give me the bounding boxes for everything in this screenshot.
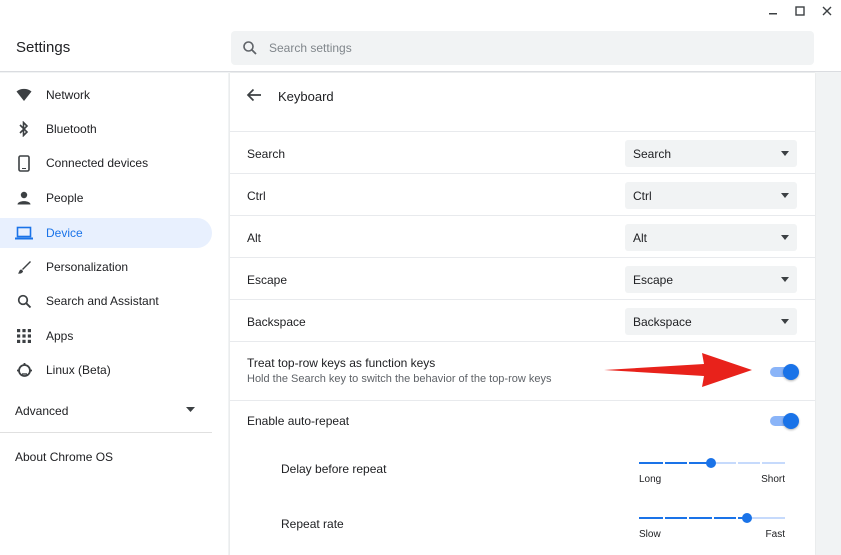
minimize-icon[interactable] bbox=[761, 0, 785, 22]
toggle-knob bbox=[783, 364, 799, 380]
maximize-icon[interactable] bbox=[788, 0, 812, 22]
remap-row-escape: Escape Escape bbox=[230, 257, 815, 299]
function-keys-sublabel: Hold the Search key to switch the behavi… bbox=[247, 373, 552, 385]
select-value: Escape bbox=[633, 273, 674, 287]
slider-tick bbox=[663, 462, 665, 464]
slider-tick bbox=[663, 517, 665, 519]
slider-thumb[interactable] bbox=[742, 513, 752, 523]
sidebar-item-label: Apps bbox=[46, 329, 74, 343]
rate-label: Repeat rate bbox=[281, 517, 344, 531]
dropdown-caret-icon bbox=[781, 151, 789, 156]
sidebar-item-label: Connected devices bbox=[46, 156, 149, 170]
wifi-icon bbox=[15, 86, 33, 104]
function-keys-label: Treat top-row keys as function keys bbox=[247, 356, 436, 370]
sidebar-advanced[interactable]: Advanced bbox=[15, 404, 68, 418]
search-icon bbox=[15, 292, 33, 310]
sidebar-item-label: Linux (Beta) bbox=[46, 363, 111, 377]
sidebar-item-label: Device bbox=[46, 226, 83, 240]
sidebar-item-label: People bbox=[46, 191, 84, 205]
sidebar-item-bluetooth[interactable]: Bluetooth bbox=[0, 114, 212, 144]
sidebar: Network Bluetooth Connected devices Peop… bbox=[0, 73, 228, 555]
phone-icon bbox=[15, 154, 33, 172]
remap-select-ctrl[interactable]: Ctrl bbox=[625, 182, 797, 209]
select-value: Search bbox=[633, 147, 672, 161]
sidebar-item-device[interactable]: Device bbox=[0, 218, 212, 248]
page-title: Keyboard bbox=[278, 89, 334, 104]
sidebar-item-label: Personalization bbox=[46, 260, 129, 274]
sidebar-divider bbox=[0, 432, 212, 433]
person-icon bbox=[15, 189, 33, 207]
delay-slider[interactable] bbox=[639, 456, 785, 470]
slider-tick bbox=[736, 462, 738, 464]
toggle-knob bbox=[783, 413, 799, 429]
search-placeholder: Search settings bbox=[269, 41, 352, 55]
sidebar-item-label: Search and Assistant bbox=[46, 294, 159, 308]
apps-grid-icon bbox=[15, 327, 33, 345]
rate-slider[interactable] bbox=[639, 511, 785, 525]
remap-row-alt: Alt Alt bbox=[230, 215, 815, 257]
select-value: Ctrl bbox=[633, 189, 652, 203]
auto-repeat-toggle[interactable] bbox=[770, 413, 799, 429]
bluetooth-icon bbox=[15, 120, 33, 138]
sidebar-item-search-and-assistant[interactable]: Search and Assistant bbox=[0, 286, 212, 316]
sidebar-item-apps[interactable]: Apps bbox=[0, 321, 212, 351]
dropdown-caret-icon bbox=[781, 193, 789, 198]
sidebar-about-chrome-os[interactable]: About Chrome OS bbox=[15, 450, 113, 464]
keyboard-settings-card: Keyboard Search Search Ctrl Ctrl Alt Alt… bbox=[230, 73, 815, 555]
chevron-down-icon[interactable] bbox=[186, 407, 195, 413]
laptop-icon bbox=[15, 224, 33, 242]
remap-select-search[interactable]: Search bbox=[625, 140, 797, 167]
remap-label: Ctrl bbox=[247, 189, 266, 203]
sidebar-item-label: Network bbox=[46, 88, 91, 102]
red-arrow-annotation bbox=[604, 353, 752, 387]
remap-select-escape[interactable]: Escape bbox=[625, 266, 797, 293]
back-arrow-icon[interactable] bbox=[246, 88, 262, 102]
auto-repeat-label: Enable auto-repeat bbox=[247, 414, 350, 428]
slider-tick bbox=[736, 517, 738, 519]
dropdown-caret-icon bbox=[781, 319, 789, 324]
delay-max-label: Short bbox=[761, 474, 785, 485]
remap-row-backspace: Backspace Backspace bbox=[230, 299, 815, 341]
remap-label: Alt bbox=[247, 231, 262, 245]
slider-fill bbox=[639, 517, 747, 519]
sidebar-item-connected-devices[interactable]: Connected devices bbox=[0, 148, 212, 178]
remap-row-ctrl: Ctrl Ctrl bbox=[230, 173, 815, 215]
search-icon bbox=[243, 41, 257, 55]
sidebar-item-label: Bluetooth bbox=[46, 122, 97, 136]
slider-tick bbox=[760, 462, 762, 464]
sidebar-item-personalization[interactable]: Personalization bbox=[0, 252, 212, 282]
remap-row-search: Search Search bbox=[230, 131, 815, 173]
function-keys-toggle[interactable] bbox=[770, 364, 799, 380]
close-icon[interactable] bbox=[815, 0, 839, 22]
remap-label: Backspace bbox=[247, 315, 306, 329]
delay-min-label: Long bbox=[639, 474, 662, 485]
settings-header: Settings Search settings bbox=[0, 22, 841, 72]
select-value: Alt bbox=[633, 231, 648, 245]
linux-icon bbox=[15, 361, 33, 379]
sidebar-item-people[interactable]: People bbox=[0, 183, 212, 213]
remap-label: Search bbox=[247, 147, 286, 161]
brush-icon bbox=[15, 258, 33, 276]
app-title: Settings bbox=[16, 39, 71, 56]
slider-fill bbox=[639, 462, 711, 464]
delay-label: Delay before repeat bbox=[281, 462, 387, 476]
slider-tick bbox=[687, 517, 689, 519]
select-value: Backspace bbox=[633, 315, 692, 329]
search-input[interactable]: Search settings bbox=[231, 31, 814, 65]
auto-repeat-row: Enable auto-repeat bbox=[230, 400, 815, 440]
remap-select-alt[interactable]: Alt bbox=[625, 224, 797, 251]
slider-thumb[interactable] bbox=[706, 458, 716, 468]
remap-select-backspace[interactable]: Backspace bbox=[625, 308, 797, 335]
dropdown-caret-icon bbox=[781, 235, 789, 240]
slider-tick bbox=[712, 517, 714, 519]
dropdown-caret-icon bbox=[781, 277, 789, 282]
sidebar-item-linux[interactable]: Linux (Beta) bbox=[0, 355, 212, 385]
remap-label: Escape bbox=[247, 273, 288, 287]
sidebar-item-network[interactable]: Network bbox=[0, 80, 212, 110]
slider-tick bbox=[687, 462, 689, 464]
rate-max-label: Fast bbox=[765, 529, 785, 540]
rate-min-label: Slow bbox=[639, 529, 661, 540]
window-titlebar bbox=[0, 0, 841, 22]
